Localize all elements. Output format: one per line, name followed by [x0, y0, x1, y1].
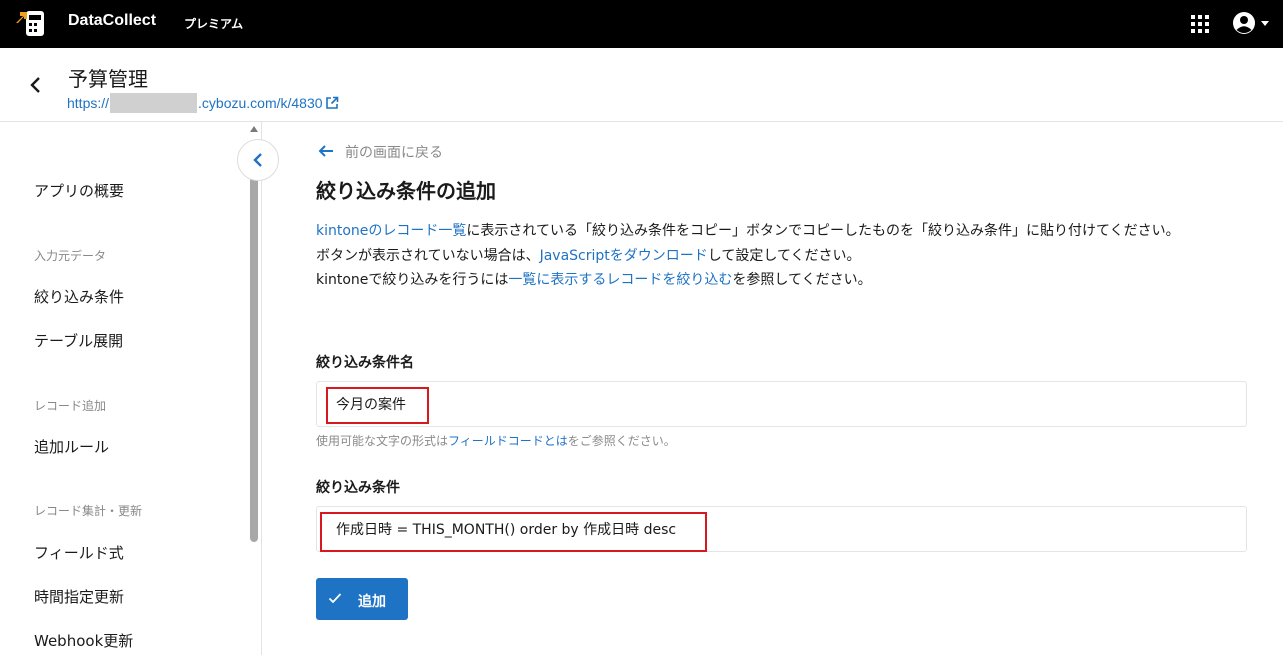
record-list-link[interactable]: kintoneのレコード一覧	[316, 223, 466, 239]
description-line-3: kintoneで絞り込みを行うには一覧に表示するレコードを絞り込むを参照してくだ…	[316, 272, 872, 288]
account-menu-button[interactable]	[1231, 10, 1277, 38]
scrollbar-thumb[interactable]	[250, 146, 258, 542]
account-circle-icon	[1233, 12, 1269, 34]
app-url-link[interactable]: https:// .cybozu.com/k/4830	[67, 93, 339, 113]
filter-condition-label: 絞り込み条件	[316, 480, 400, 496]
sidebar-item-table-expand[interactable]: テーブル展開	[34, 330, 123, 351]
sidebar-group-input-data: 入力元データ	[34, 249, 107, 263]
sidebar-item-scheduled-update[interactable]: 時間指定更新	[34, 586, 124, 607]
datacollect-logo-icon[interactable]	[14, 8, 50, 40]
redacted-subdomain	[110, 93, 198, 113]
filter-name-label: 絞り込み条件名	[316, 355, 414, 371]
filter-condition-input[interactable]	[317, 507, 1246, 551]
sidebar-item-filter-conditions[interactable]: 絞り込み条件	[34, 286, 124, 307]
sidebar-item-add-rules[interactable]: 追加ルール	[34, 436, 109, 457]
sidebar-scrollbar[interactable]	[249, 122, 259, 655]
sidebar-group-record-add: レコード追加	[34, 399, 107, 413]
url-prefix: https://	[67, 95, 110, 111]
back-chevron-icon[interactable]	[26, 74, 46, 96]
filter-help-link[interactable]: 一覧に表示するレコードを絞り込む	[508, 272, 732, 288]
sidebar-item-webhook-update[interactable]: Webhook更新	[34, 630, 133, 651]
top-bar: DataCollect プレミアム	[0, 0, 1283, 48]
scroll-up-arrow-icon[interactable]	[250, 126, 258, 132]
url-suffix: .cybozu.com/k/4830	[198, 95, 323, 111]
sidebar-group-aggregate-update: レコード集計・更新	[34, 504, 143, 518]
sidebar-item-field-formula[interactable]: フィールド式	[34, 542, 124, 563]
sidebar: アプリの概要 入力元データ 絞り込み条件 テーブル展開 レコード追加 追加ルール…	[0, 122, 262, 655]
back-to-previous-link[interactable]: 前の画面に戻る	[317, 142, 443, 162]
page-title: 絞り込み条件の追加	[316, 179, 496, 203]
app-title: 予算管理	[68, 67, 148, 91]
main-content: 前の画面に戻る 絞り込み条件の追加 kintoneのレコード一覧に表示されている…	[263, 122, 1283, 655]
field-code-hint: 使用可能な文字の形式はフィールドコードとはをご参照ください。	[316, 434, 676, 448]
caret-down-icon	[1261, 21, 1269, 26]
description: kintoneのレコード一覧に表示されている「絞り込み条件をコピー」ボタンでコピ…	[316, 219, 1276, 293]
apps-grid-icon[interactable]	[1189, 13, 1211, 35]
filter-name-field[interactable]	[316, 381, 1247, 427]
download-javascript-link[interactable]: JavaScriptをダウンロード	[540, 248, 708, 264]
description-line-2: ボタンが表示されていない場合は、JavaScriptをダウンロードして設定してく…	[316, 247, 861, 264]
description-line-1: kintoneのレコード一覧に表示されている「絞り込み条件をコピー」ボタンでコピ…	[316, 223, 1180, 239]
external-link-icon	[325, 96, 338, 109]
arrow-left-icon	[318, 145, 333, 157]
app-header: 予算管理 https:// .cybozu.com/k/4830	[0, 48, 1283, 122]
back-link-label: 前の画面に戻る	[345, 145, 443, 161]
sidebar-item-app-overview[interactable]: アプリの概要	[34, 180, 124, 201]
add-button-label: 追加	[358, 594, 386, 610]
check-icon	[328, 593, 342, 604]
filter-condition-field[interactable]	[316, 506, 1247, 552]
filter-name-input[interactable]	[317, 382, 1246, 426]
plan-badge: プレミアム	[184, 17, 244, 31]
brand-name: DataCollect	[68, 12, 157, 29]
field-code-help-link[interactable]: フィールドコードとは	[448, 434, 568, 448]
add-button[interactable]: 追加	[316, 578, 408, 620]
